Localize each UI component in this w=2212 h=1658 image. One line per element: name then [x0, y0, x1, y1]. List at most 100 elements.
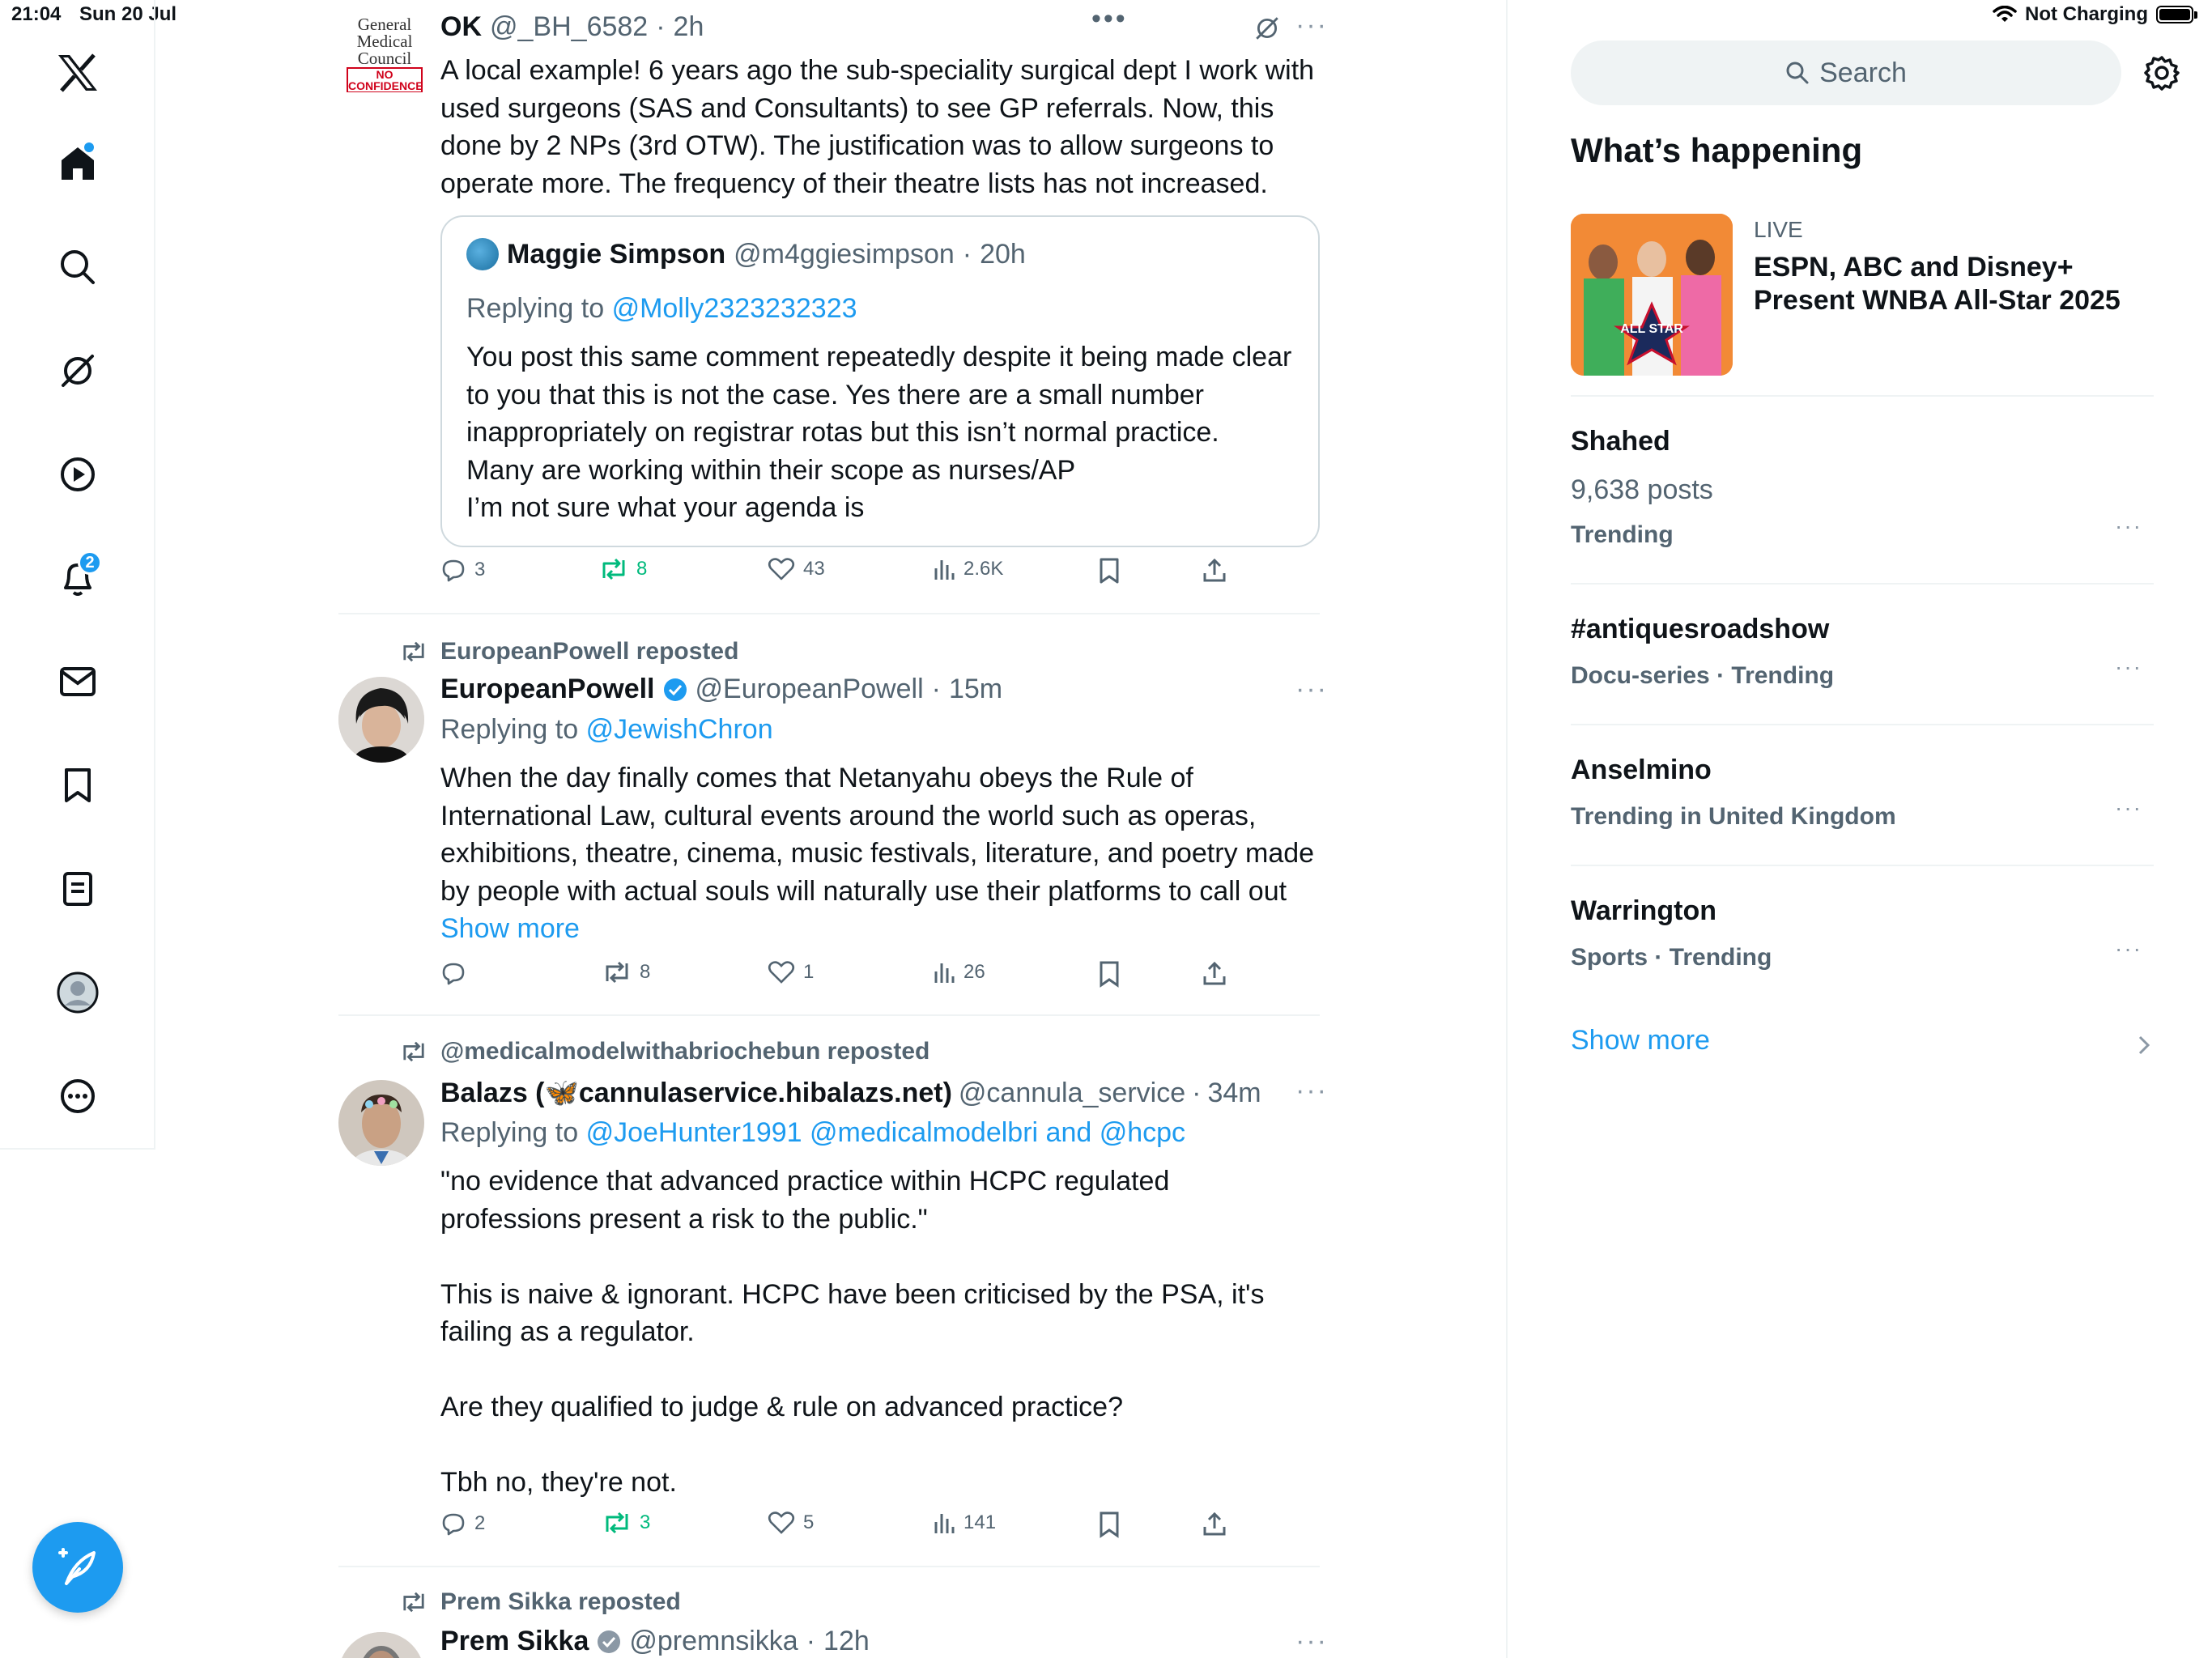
- search-placeholder: Search: [1819, 57, 1907, 88]
- show-more-link[interactable]: Show more: [440, 913, 580, 944]
- avatar[interactable]: General Medical Council NO CONFIDENCE: [347, 16, 423, 92]
- bookmark-button[interactable]: [1098, 557, 1121, 585]
- like-button[interactable]: 1: [768, 960, 814, 984]
- reply-button[interactable]: [440, 960, 474, 986]
- share-icon: [1203, 961, 1226, 985]
- reply-button[interactable]: 3: [440, 557, 485, 583]
- more-options-icon[interactable]: ···: [1295, 1626, 1328, 1657]
- like-button[interactable]: 43: [768, 557, 825, 581]
- repost-button[interactable]: 3: [602, 1511, 650, 1535]
- status-right: Not Charging: [1993, 3, 2197, 26]
- author-handle[interactable]: @_BH_6582: [490, 11, 648, 43]
- trend-more-icon[interactable]: ···: [2115, 936, 2142, 962]
- notifications-bell-icon[interactable]: 2: [52, 551, 104, 604]
- repost-button[interactable]: 8: [599, 557, 647, 581]
- column-divider: [1506, 0, 1508, 1658]
- author-handle[interactable]: @cannula_service: [959, 1078, 1185, 1109]
- show-more-link[interactable]: Show more: [1571, 1025, 1710, 1056]
- reply-button[interactable]: 2: [440, 1511, 485, 1537]
- author-handle[interactable]: @EuropeanPowell: [696, 674, 924, 705]
- reply-icon: [442, 1513, 465, 1536]
- live-event-card[interactable]: ALL STAR LIVE ESPN, ABC and Disney+ Pres…: [1571, 214, 2154, 376]
- trend-more-icon[interactable]: ···: [2115, 654, 2142, 680]
- bookmark-button[interactable]: [1098, 1511, 1121, 1538]
- bookmark-button[interactable]: [1098, 960, 1121, 988]
- heart-icon: [768, 1511, 795, 1534]
- views-button[interactable]: 26: [933, 960, 985, 984]
- tweet-1[interactable]: General Medical Council NO CONFIDENCE OK…: [338, 6, 1326, 614]
- views-chart-icon: [934, 560, 955, 580]
- share-button[interactable]: [1202, 960, 1227, 986]
- trend-item[interactable]: Shahed 9,638 posts Trending ···: [1571, 397, 2154, 583]
- avatar-text: CONFIDENCE: [348, 79, 423, 92]
- post-time[interactable]: 2h: [674, 11, 704, 43]
- avatar-text: Medical: [356, 32, 413, 51]
- reposted-line: @medicalmodelwithabriochebun reposted: [400, 1038, 929, 1065]
- home-icon[interactable]: [52, 138, 104, 189]
- trend-more-icon[interactable]: ···: [2115, 795, 2142, 821]
- trend-item[interactable]: #antiquesroadshow Docu-series · Trending…: [1571, 585, 2154, 725]
- like-button[interactable]: 5: [768, 1511, 814, 1535]
- notifications-badge: 2: [78, 551, 102, 575]
- views-button[interactable]: 2.6K: [933, 557, 1003, 581]
- views-button[interactable]: 141: [933, 1511, 996, 1535]
- post-text: A local example! 6 years ago the sub-spe…: [440, 55, 1315, 199]
- whats-happening-title: What’s happening: [1571, 131, 1863, 169]
- quote-text: You post this same comment repeatedly de…: [466, 342, 1292, 523]
- tweet-4[interactable]: Prem Sikka reposted Prem Sikka @premnsik…: [0, 1567, 1328, 1658]
- search-icon[interactable]: [52, 241, 104, 293]
- more-options-icon[interactable]: ···: [1295, 10, 1328, 41]
- search-input[interactable]: Search: [1571, 40, 2121, 105]
- trend-item[interactable]: Anselmino Trending in United Kingdom ···: [1571, 725, 2154, 866]
- like-count: 5: [803, 1511, 815, 1533]
- author-name[interactable]: Prem Sikka: [440, 1626, 589, 1657]
- replying-label: Replying to: [466, 293, 605, 324]
- quote-author-name: Maggie Simpson: [507, 238, 726, 270]
- reply-icon: [442, 559, 465, 582]
- trend-name: Warrington: [1571, 895, 1717, 926]
- post-actions: 3 8 43 2.6K: [440, 557, 1250, 589]
- avatar[interactable]: [338, 1632, 424, 1658]
- reposted-by[interactable]: @medicalmodelwithabriochebun reposted: [440, 1038, 929, 1065]
- share-button[interactable]: [1202, 1511, 1227, 1537]
- author-name[interactable]: OK: [440, 11, 482, 43]
- trend-more-icon[interactable]: ···: [2115, 513, 2142, 539]
- tweet-3[interactable]: @medicalmodelwithabriochebun reposted Ba…: [0, 1017, 1328, 1567]
- reply-count: 2: [474, 1512, 486, 1534]
- grok-icon[interactable]: [52, 345, 104, 397]
- author-handle[interactable]: @premnsikka: [629, 1626, 798, 1657]
- reposted-line: EuropeanPowell reposted: [400, 638, 738, 665]
- reply-count: 3: [474, 559, 486, 580]
- replying-to-link[interactable]: @Molly2323232323: [612, 293, 857, 324]
- author-name[interactable]: Balazs (🦋cannulaservice.hibalazs.net): [440, 1077, 952, 1109]
- avatar[interactable]: [338, 677, 424, 763]
- more-options-icon[interactable]: ···: [1295, 1075, 1328, 1107]
- tweet-2[interactable]: EuropeanPowell reposted EuropeanPowell @…: [0, 615, 1328, 1015]
- settings-gear-icon[interactable]: [2144, 55, 2180, 95]
- post-time[interactable]: 34m: [1207, 1078, 1261, 1109]
- author-name[interactable]: EuropeanPowell: [440, 674, 655, 705]
- share-button[interactable]: [1202, 557, 1227, 583]
- x-logo-icon[interactable]: [52, 47, 104, 99]
- grok-icon[interactable]: [1253, 15, 1281, 46]
- video-play-icon[interactable]: [52, 449, 104, 500]
- post-time[interactable]: 15m: [949, 674, 1002, 705]
- quoted-post[interactable]: Maggie Simpson @m4ggiesimpson · 20h Repl…: [440, 215, 1320, 547]
- replying-to-link[interactable]: @JewishChron: [586, 714, 773, 745]
- trend-item[interactable]: Warrington Sports · Trending ···: [1571, 866, 2154, 1007]
- show-more-trends[interactable]: Show more: [1571, 1025, 2154, 1073]
- post-time[interactable]: 12h: [823, 1626, 870, 1657]
- avatar[interactable]: [338, 1080, 424, 1166]
- reposted-by[interactable]: EuropeanPowell reposted: [440, 638, 738, 665]
- bookmark-icon: [1100, 1511, 1119, 1538]
- chevron-right-icon: [2138, 1035, 2150, 1055]
- more-options-icon[interactable]: ···: [1295, 674, 1328, 705]
- views-chart-icon: [934, 963, 955, 983]
- post-divider: [338, 1014, 1320, 1016]
- reposted-by[interactable]: Prem Sikka reposted: [440, 1588, 681, 1616]
- post-text: "no evidence that advanced practice with…: [440, 1166, 1265, 1498]
- avatar-text: NO: [376, 68, 393, 81]
- live-label: LIVE: [1754, 217, 1803, 242]
- repost-button[interactable]: 8: [602, 960, 650, 984]
- replying-to-link[interactable]: @JoeHunter1991 @medicalmodelbri and @hcp…: [586, 1117, 1185, 1148]
